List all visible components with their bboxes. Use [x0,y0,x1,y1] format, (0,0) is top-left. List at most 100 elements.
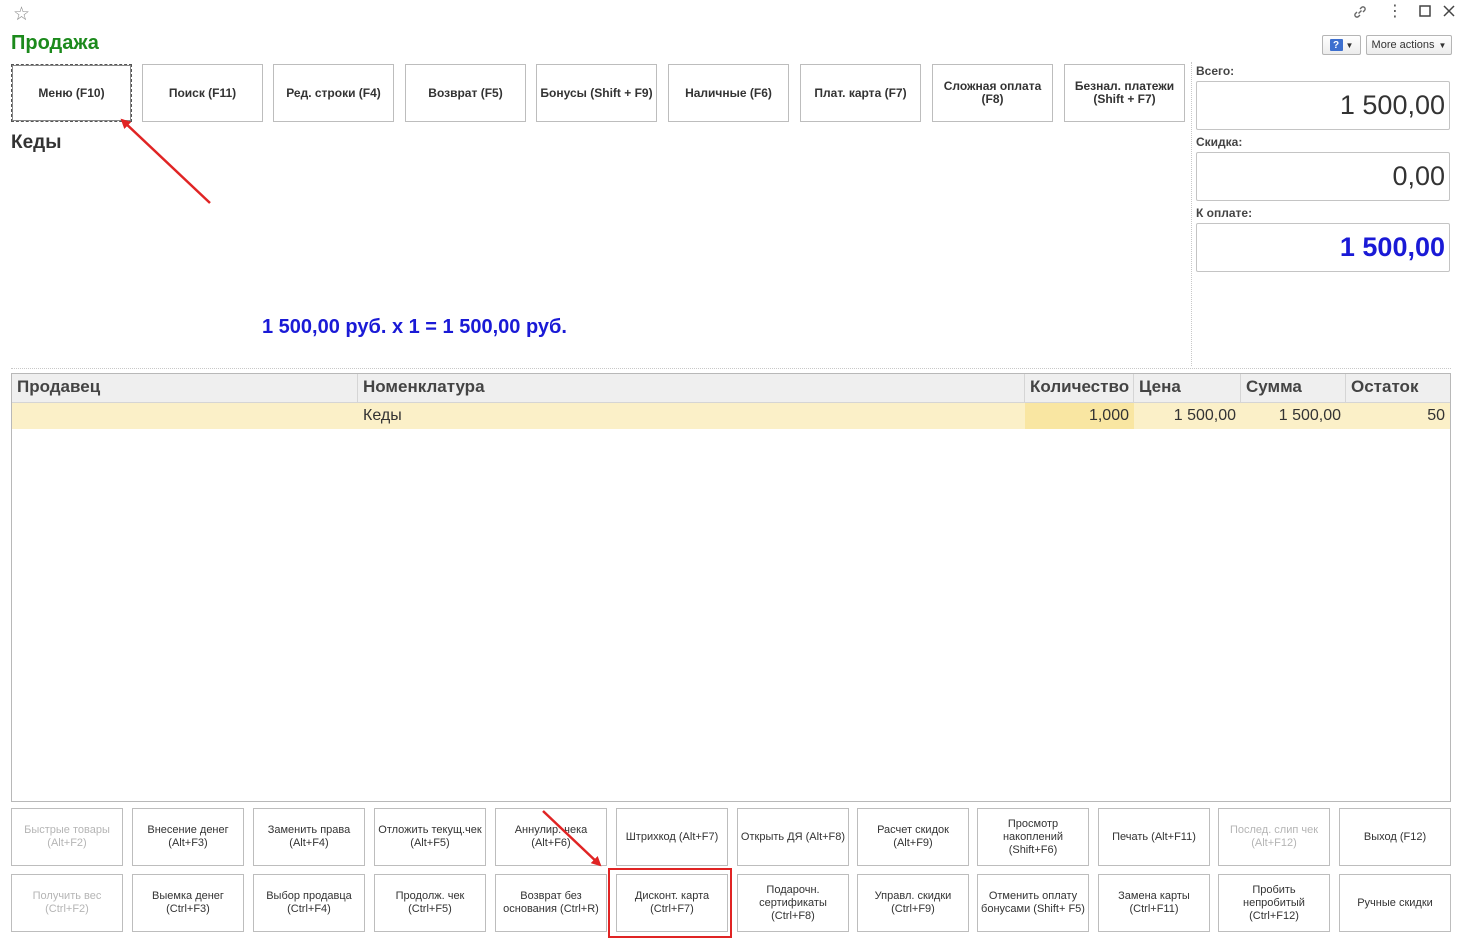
button-label: Поиск (F11) [168,85,237,100]
cell-quantity: 1,000 [1025,403,1134,429]
cash-out-button[interactable]: Выемка денег (Ctrl+F3) [132,874,244,932]
button-label: Выход (F12) [1363,830,1427,843]
page-title: Продажа [11,32,99,54]
button-label: Быстрые товары (Alt+F2) [24,824,110,849]
to-pay-label: К оплате: [1196,206,1253,220]
highlight-box [608,868,732,938]
help-button[interactable]: ? ▼ [1322,35,1361,55]
button-label: Штрихкод (Alt+F7) [625,830,719,843]
cashless-payments-button[interactable]: Безнал. платежи (Shift + F7) [1064,64,1185,122]
quick-goods-button[interactable]: Быстрые товары (Alt+F2) [11,808,123,866]
cancel-receipt-button[interactable]: Аннулир. чека (Alt+F6) [495,808,607,866]
column-header-item[interactable]: Номенклатура [358,374,1025,402]
button-label: Замена карты (Ctrl+F11) [1118,890,1190,915]
cell-item: Кеды [363,407,402,424]
table-row[interactable]: Кеды 1,000 1 500,00 1 500,00 50 [12,403,1450,429]
button-label: Продолж. чек (Ctrl+F5) [395,890,465,915]
cell-seller [12,403,358,429]
button-label: Заменить права (Alt+F4) [267,824,351,849]
exit-button[interactable]: Выход (F12) [1339,808,1451,866]
menu-button[interactable]: Меню (F10) [11,64,132,122]
cell-price: 1 500,00 [1173,407,1236,424]
button-label: Выбор продавца (Ctrl+F4) [266,890,352,915]
favorite-star-icon[interactable]: ☆ [13,3,30,26]
last-slip-button[interactable]: Послед. слип чек (Alt+F12) [1218,808,1330,866]
menu-dots-icon[interactable]: ⋮ [1387,1,1403,21]
open-cash-drawer-button[interactable]: Открыть ДЯ (Alt+F8) [737,808,849,866]
column-header-price[interactable]: Цена [1134,374,1241,402]
button-label: Отменить оплату бонусами (Shift+ F5) [981,890,1085,915]
complex-payment-button[interactable]: Сложная оплата (F8) [932,64,1053,122]
button-label: Отложить текущ.чек (Alt+F5) [378,824,482,849]
button-label: Ручные скидки [1357,896,1433,909]
button-label: Возврат без основания (Ctrl+R) [503,890,599,915]
to-pay-field: 1 500,00 [1196,223,1450,272]
postpone-receipt-button[interactable]: Отложить текущ.чек (Alt+F5) [374,808,486,866]
maximize-icon[interactable] [1419,4,1431,21]
card-payment-button[interactable]: Плат. карта (F7) [800,64,921,122]
chevron-down-icon: ▼ [1345,40,1354,50]
button-label: Возврат (F5) [428,85,503,100]
link-icon[interactable] [1352,4,1368,24]
cash-in-button[interactable]: Внесение денег (Alt+F3) [132,808,244,866]
button-label: Выемка денег (Ctrl+F3) [152,890,224,915]
button-label: Аннулир. чека (Alt+F6) [514,824,588,849]
select-seller-button[interactable]: Выбор продавца (Ctrl+F4) [253,874,365,932]
barcode-button[interactable]: Штрихкод (Alt+F7) [616,808,728,866]
discount-value: 0,00 [1392,161,1445,191]
button-label: Получить вес (Ctrl+F2) [32,890,102,915]
panel-divider [1191,62,1192,366]
total-label: Всего: [1196,64,1235,78]
search-button[interactable]: Поиск (F11) [142,64,263,122]
arrow-to-menu-button [120,118,211,204]
manage-discounts-button[interactable]: Управл. скидки (Ctrl+F9) [857,874,969,932]
button-label: Сложная оплата (F8) [943,79,1042,106]
button-label: Плат. карта (F7) [814,85,907,100]
button-label: Бонусы (Shift + F9) [540,85,653,100]
get-weight-button[interactable]: Получить вес (Ctrl+F2) [11,874,123,932]
return-button[interactable]: Возврат (F5) [405,64,526,122]
replace-card-button[interactable]: Замена карты (Ctrl+F11) [1098,874,1210,932]
more-actions-label: More actions [1371,39,1435,51]
replace-rights-button[interactable]: Заменить права (Alt+F4) [253,808,365,866]
column-header-stock[interactable]: Остаток [1346,374,1450,402]
cash-button[interactable]: Наличные (F6) [668,64,789,122]
column-header-quantity[interactable]: Количество [1025,374,1134,402]
column-header-seller[interactable]: Продавец [12,374,358,402]
table-header: Продавец Номенклатура Количество Цена Су… [12,374,1450,403]
button-label: Наличные (F6) [685,85,772,100]
bonuses-button[interactable]: Бонусы (Shift + F9) [536,64,657,122]
discount-field: 0,00 [1196,152,1450,201]
more-actions-button[interactable]: More actions ▼ [1366,35,1452,55]
total-value: 1 500,00 [1339,90,1445,120]
button-label: Открыть ДЯ (Alt+F8) [740,830,846,843]
current-item-calculation: 1 500,00 руб. х 1 = 1 500,00 руб. [262,316,567,338]
view-accumulations-button[interactable]: Просмотр накоплений (Shift+F6) [977,808,1089,866]
return-without-basis-button[interactable]: Возврат без основания (Ctrl+R) [495,874,607,932]
button-label: Просмотр накоплений (Shift+F6) [1002,817,1064,856]
button-label: Печать (Alt+F11) [1112,830,1196,843]
punch-unpunched-button[interactable]: Пробить непробитый (Ctrl+F12) [1218,874,1330,932]
cell-stock: 50 [1427,407,1445,424]
receipt-table[interactable]: Продавец Номенклатура Количество Цена Су… [11,373,1451,802]
column-header-sum[interactable]: Сумма [1241,374,1346,402]
continue-receipt-button[interactable]: Продолж. чек (Ctrl+F5) [374,874,486,932]
section-divider [11,368,1451,369]
button-label: Меню (F10) [38,85,105,100]
manual-discounts-button[interactable]: Ручные скидки [1339,874,1451,932]
calculate-discounts-button[interactable]: Расчет скидок (Alt+F9) [857,808,969,866]
button-label: Расчет скидок (Alt+F9) [877,824,949,849]
print-button[interactable]: Печать (Alt+F11) [1098,808,1210,866]
button-label: Внесение денег (Alt+F3) [147,824,229,849]
button-label: Управл. скидки (Ctrl+F9) [874,890,952,915]
gift-certificates-button[interactable]: Подарочн. сертификаты (Ctrl+F8) [737,874,849,932]
edit-line-button[interactable]: Ред. строки (F4) [273,64,394,122]
total-field: 1 500,00 [1196,81,1450,130]
button-label: Пробить непробитый (Ctrl+F12) [1243,883,1305,922]
chevron-down-icon: ▼ [1438,40,1447,50]
close-icon[interactable] [1443,4,1455,21]
button-label: Послед. слип чек (Alt+F12) [1229,824,1319,849]
cell-sum: 1 500,00 [1278,407,1341,424]
button-label: Безнал. платежи (Shift + F7) [1074,79,1175,106]
cancel-bonus-payment-button[interactable]: Отменить оплату бонусами (Shift+ F5) [977,874,1089,932]
